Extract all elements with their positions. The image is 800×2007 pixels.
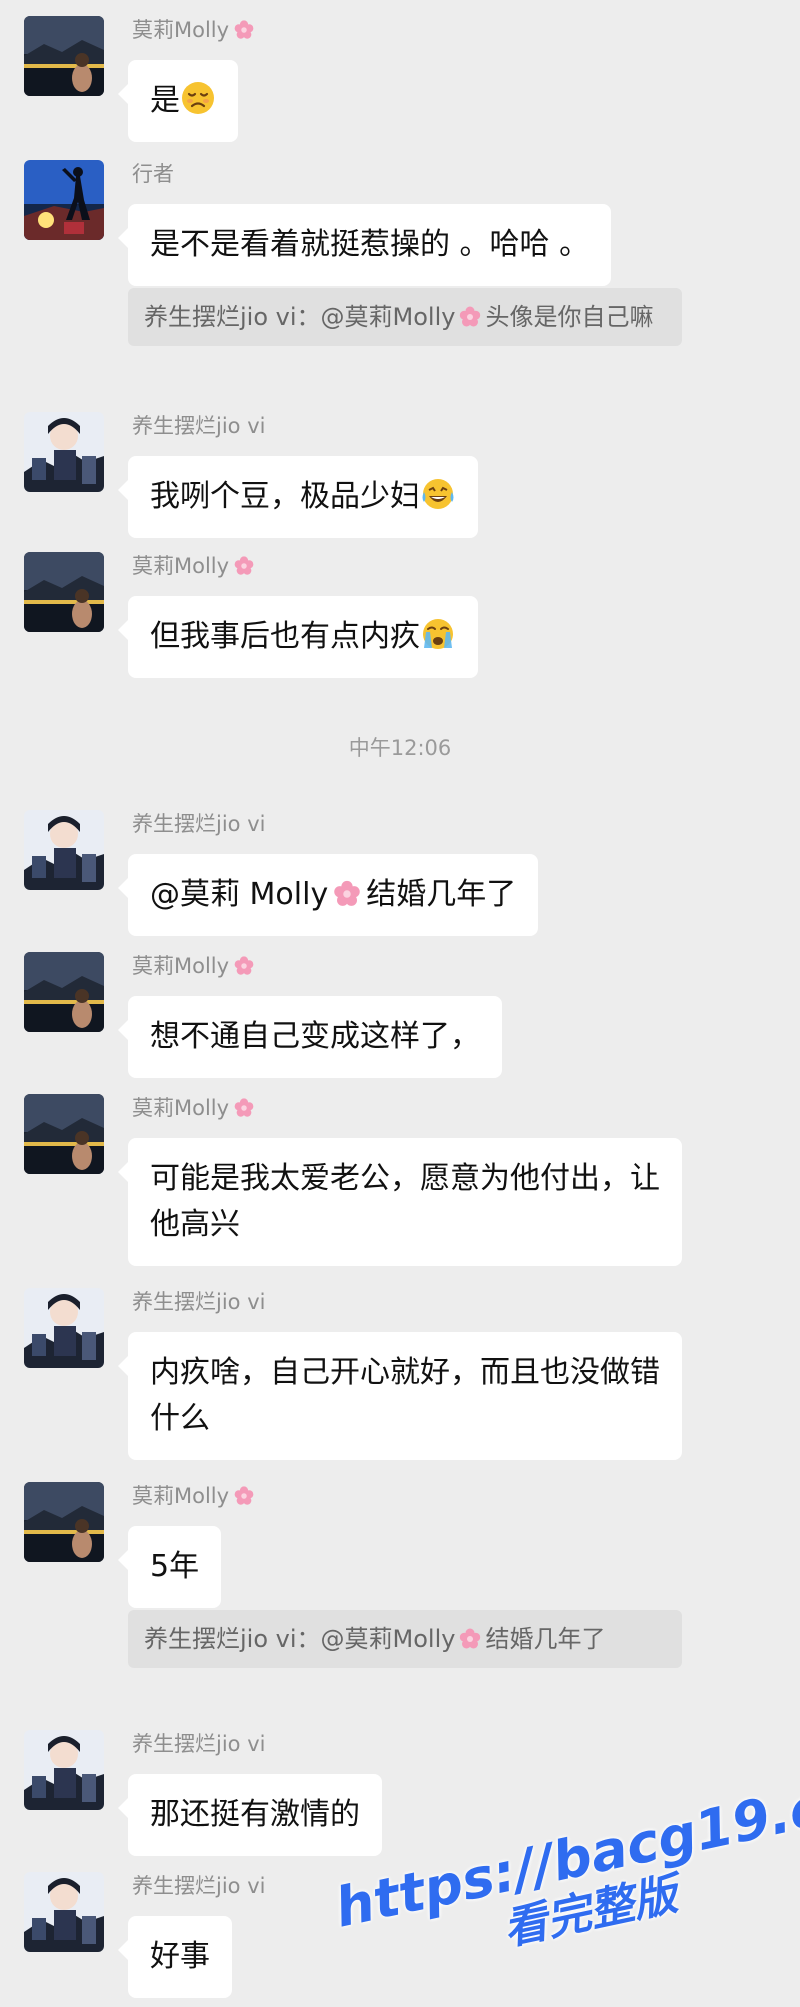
avatar-sunset-silhouette-icon — [24, 160, 104, 240]
message-text: 想不通自己变成这样了， — [150, 1019, 480, 1054]
sender-name: 莫莉Molly — [132, 1482, 255, 1510]
message-bubble[interactable]: 是不是看着就挺惹操的 。哈哈 。 — [117, 204, 612, 286]
message-text: 是不是看着就挺惹操的 。哈哈 。 — [150, 227, 590, 262]
sender-name: 莫莉Molly — [132, 552, 255, 580]
sender-name: 养生摆烂jio vi — [132, 1290, 266, 1314]
quote-suffix-text: 头像是你自己嘛 — [485, 303, 654, 331]
quote-suffix-text: 结婚几年了 — [485, 1625, 606, 1653]
message-bubble[interactable]: 内疚啥，自己开心就好，而且也没做错什么 — [118, 1332, 682, 1460]
sender-name-text: 莫莉Molly — [132, 554, 230, 578]
message-text: 是 — [150, 83, 180, 118]
sender-name: 行者 — [132, 162, 174, 186]
avatar-anime-icon — [24, 1872, 104, 1952]
avatar[interactable] — [24, 1288, 104, 1368]
message-bubble[interactable]: 但我事后也有点内疚 — [118, 596, 478, 678]
mention-text[interactable]: @莫莉 Molly — [150, 877, 328, 912]
avatar[interactable] — [24, 1094, 104, 1174]
message-bubble[interactable]: 想不通自己变成这样了， — [118, 996, 502, 1078]
flower-icon — [233, 19, 255, 41]
message-bubble[interactable]: 那还挺有激情的 — [118, 1774, 382, 1856]
message-text: 但我事后也有点内疚 — [150, 619, 420, 654]
flower-icon — [233, 1485, 255, 1507]
message-text: 好事 — [150, 1939, 210, 1974]
avatar[interactable] — [24, 810, 104, 890]
sender-name: 养生摆烂jio vi — [132, 1874, 266, 1898]
avatar[interactable] — [24, 16, 104, 96]
avatar[interactable] — [24, 160, 104, 240]
avatar[interactable] — [24, 952, 104, 1032]
avatar-anime-icon — [24, 412, 104, 492]
flower-icon — [233, 1097, 255, 1119]
avatar-anime-icon — [24, 810, 104, 890]
message-bubble[interactable]: 是 — [118, 60, 238, 142]
laughing-tears-emoji-icon — [420, 476, 456, 512]
sender-name: 莫莉Molly — [132, 1094, 255, 1122]
crying-face-emoji-icon — [420, 616, 456, 652]
avatar-anime-icon — [24, 1288, 104, 1368]
quote-prefix-text: 养生摆烂jio vi：@莫莉Molly — [144, 303, 456, 331]
message-text: 我咧个豆，极品少妇 — [150, 479, 420, 514]
sender-name-text: 莫莉Molly — [132, 1484, 230, 1508]
message-text: 5年 — [150, 1549, 200, 1584]
sender-name-text: 莫莉Molly — [132, 1096, 230, 1120]
avatar[interactable] — [24, 552, 104, 632]
message-text: 内疚啥，自己开心就好，而且也没做错什么 — [150, 1355, 660, 1436]
avatar-anime-icon — [24, 1730, 104, 1810]
avatar[interactable] — [24, 1730, 104, 1810]
sad-face-emoji-icon — [180, 80, 216, 116]
flower-icon — [458, 1627, 482, 1651]
timestamp: 中午12:06 — [348, 736, 452, 760]
avatar-night-landscape-icon — [24, 1094, 104, 1174]
message-bubble[interactable]: 好事 — [118, 1916, 232, 1998]
flower-icon — [332, 879, 362, 909]
message-text: 可能是我太爱老公，愿意为他付出，让他高兴 — [150, 1161, 660, 1242]
avatar[interactable] — [24, 1482, 104, 1562]
sender-name: 莫莉Molly — [132, 16, 255, 44]
message-text: 结婚几年了 — [366, 877, 517, 912]
avatar[interactable] — [24, 1872, 104, 1952]
avatar-night-landscape-icon — [24, 16, 104, 96]
avatar[interactable] — [24, 412, 104, 492]
message-bubble[interactable]: 5年 — [117, 1526, 222, 1608]
flower-icon — [458, 305, 482, 329]
message-bubble[interactable]: @莫莉 Molly 结婚几年了 — [117, 854, 539, 936]
sender-name: 莫莉Molly — [132, 952, 255, 980]
sender-name-text: 莫莉Molly — [132, 954, 230, 978]
flower-icon — [233, 555, 255, 577]
avatar-night-landscape-icon — [24, 552, 104, 632]
avatar-night-landscape-icon — [24, 952, 104, 1032]
flower-icon — [233, 955, 255, 977]
sender-name: 养生摆烂jio vi — [132, 1732, 266, 1756]
chat-message-list[interactable]: 莫莉Molly 是 行者 是不是看着就挺惹操的 。哈哈 。 养生摆烂jio vi… — [0, 0, 800, 2006]
quote-prefix-text: 养生摆烂jio vi：@莫莉Molly — [144, 1625, 456, 1653]
message-text: 那还挺有激情的 — [150, 1797, 360, 1832]
quoted-message[interactable]: 养生摆烂jio vi：@莫莉Molly 头像是你自己嘛 — [128, 288, 682, 346]
quoted-message[interactable]: 养生摆烂jio vi：@莫莉Molly 结婚几年了 — [128, 1610, 682, 1668]
message-bubble[interactable]: 可能是我太爱老公，愿意为他付出，让他高兴 — [118, 1138, 682, 1266]
sender-name: 养生摆烂jio vi — [132, 414, 266, 438]
avatar-night-landscape-icon — [24, 1482, 104, 1562]
message-bubble[interactable]: 我咧个豆，极品少妇 — [118, 456, 478, 538]
sender-name-text: 莫莉Molly — [132, 18, 230, 42]
sender-name: 养生摆烂jio vi — [132, 812, 266, 836]
